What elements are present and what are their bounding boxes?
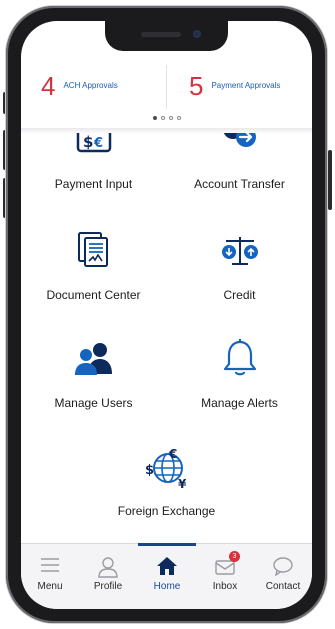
payment-approvals-label: Payment Approvals: [211, 81, 281, 90]
transfer-arrow-icon: [223, 133, 256, 147]
app-screen: 4 ACH Approvals 5 Payment Approvals $ € …: [21, 21, 312, 609]
svg-text:$: $: [83, 133, 93, 151]
check-payment-icon: $ €: [76, 133, 111, 153]
tab-menu[interactable]: Menu: [21, 544, 79, 609]
svg-text:€: €: [168, 447, 177, 461]
tile-account-transfer[interactable]: Account Transfer: [167, 133, 312, 203]
svg-text:€: €: [93, 136, 103, 151]
scale-balance-icon: [221, 237, 258, 265]
carousel-dot[interactable]: [152, 116, 157, 120]
tile-foreign-exchange[interactable]: $ € ¥ Foreign Exchange: [94, 446, 239, 526]
carousel-dot[interactable]: [176, 116, 181, 120]
speaker-grille: [141, 32, 181, 37]
phone-frame: 4 ACH Approvals 5 Payment Approvals $ € …: [6, 6, 327, 623]
tab-label: Menu: [37, 581, 63, 592]
globe-currency-icon: $ € ¥: [145, 447, 187, 490]
payment-approvals-card[interactable]: 5 Payment Approvals: [189, 73, 280, 99]
bell-icon: [223, 339, 256, 376]
tab-label: Inbox: [212, 581, 238, 592]
carousel-dot[interactable]: [160, 116, 165, 120]
notch: [105, 21, 228, 51]
approvals-divider: [166, 65, 167, 109]
tile-manage-alerts[interactable]: Manage Alerts: [167, 338, 312, 418]
camera-icon: [193, 30, 201, 38]
tab-label: Home: [153, 581, 181, 592]
tab-inbox[interactable]: 3 Inbox: [196, 544, 254, 609]
services-grid: $ € Payment Input Account Transfer Docum…: [21, 133, 312, 543]
carousel-dot[interactable]: [168, 116, 173, 120]
power-button: [328, 150, 332, 210]
tile-label: Account Transfer: [194, 177, 285, 191]
tile-label: Manage Users: [54, 396, 133, 410]
tile-label: Payment Input: [54, 177, 133, 191]
svg-text:¥: ¥: [178, 477, 187, 490]
tile-credit[interactable]: Credit: [167, 230, 312, 310]
carousel-page-indicator[interactable]: [21, 116, 312, 120]
tab-contact[interactable]: Contact: [254, 544, 312, 609]
payment-approvals-count: 5: [189, 71, 204, 101]
tile-label: Manage Alerts: [201, 396, 278, 410]
ach-approvals-label: ACH Approvals: [63, 81, 118, 90]
tile-label: Document Center: [46, 288, 141, 302]
home-icon: [157, 557, 177, 575]
tile-document-center[interactable]: Document Center: [21, 230, 166, 310]
documents-icon: [77, 232, 108, 267]
tab-home[interactable]: Home: [138, 543, 196, 609]
tile-label: Credit: [223, 288, 256, 302]
tile-label: Foreign Exchange: [117, 504, 216, 518]
bottom-tab-bar: Menu Profile Home 3 Inbox Contact: [21, 543, 312, 609]
ach-approvals-count: 4: [41, 71, 56, 101]
users-icon: [74, 343, 112, 375]
device-mockup: 4 ACH Approvals 5 Payment Approvals $ € …: [0, 0, 335, 629]
inbox-badge: 3: [229, 551, 240, 562]
tab-label: Contact: [265, 581, 301, 592]
approvals-carousel[interactable]: 4 ACH Approvals 5 Payment Approvals: [21, 59, 312, 129]
hamburger-menu-icon: [41, 558, 59, 572]
tile-manage-users[interactable]: Manage Users: [21, 338, 166, 418]
chat-bubble-icon: [273, 557, 293, 576]
tile-payment-input[interactable]: $ € Payment Input: [21, 133, 166, 203]
ach-approvals-card[interactable]: 4 ACH Approvals: [41, 73, 118, 99]
tab-profile[interactable]: Profile: [79, 544, 137, 609]
profile-icon: [98, 557, 118, 578]
svg-text:$: $: [145, 463, 154, 478]
tab-label: Profile: [93, 581, 123, 592]
